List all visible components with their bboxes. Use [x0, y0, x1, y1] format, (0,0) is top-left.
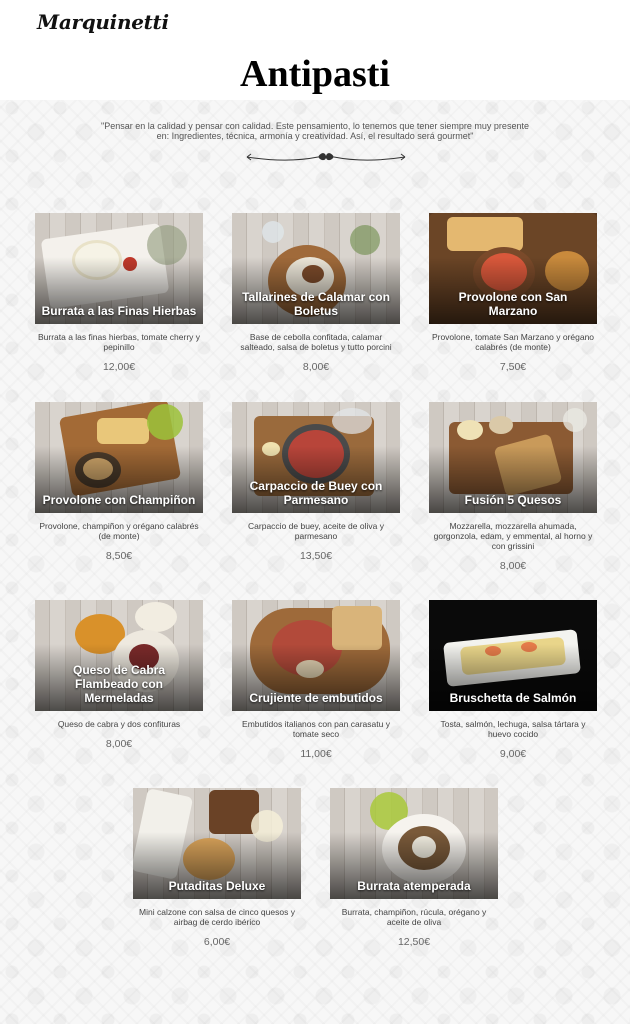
dish-description: Provolone, tomate San Marzano y orégano … — [431, 332, 595, 352]
page-quote: "Pensar en la calidad y pensar con calid… — [101, 121, 529, 141]
dish-name: Provolone con Champiñon — [42, 493, 196, 507]
dish-card[interactable]: Carpaccio de Buey con Parmesano Carpacci… — [232, 402, 400, 562]
dish-description: Embutidos italianos con pan carasatu y t… — [242, 719, 390, 739]
dish-photo[interactable]: Burrata a las Finas Hierbas — [35, 213, 203, 324]
dish-card[interactable]: Burrata atemperada Burrata, champiñon, r… — [330, 788, 498, 948]
dish-description: Mozzarella, mozzarella ahumada, gorgonzo… — [433, 521, 593, 551]
dish-description: Carpaccio de buey, aceite de oliva y par… — [248, 521, 384, 541]
dish-description: Tosta, salmón, lechuga, salsa tártara y … — [440, 719, 586, 739]
dish-card[interactable]: Queso de Cabra Flambeado con Mermeladas … — [35, 600, 203, 750]
dish-name: Provolone con San Marzano — [458, 290, 568, 318]
dish-name: Tallarines de Calamar con Boletus — [242, 290, 390, 318]
dish-description: Queso de cabra y dos confituras — [57, 719, 181, 729]
dish-name: Putaditas Deluxe — [168, 879, 266, 893]
dish-name: Crujiente de embutidos — [249, 691, 383, 705]
dish-price: 7,50€ — [499, 361, 527, 373]
dish-photo[interactable]: Provolone con Champiñon — [35, 402, 203, 513]
brand-logo[interactable]: Marquinetti — [37, 10, 169, 34]
dish-photo[interactable]: Fusión 5 Quesos — [429, 402, 597, 513]
dish-price: 8,00€ — [105, 738, 133, 750]
dish-description: Mini calzone con salsa de cinco quesos y… — [139, 907, 295, 927]
dish-card[interactable]: Fusión 5 Quesos Mozzarella, mozzarella a… — [429, 402, 597, 572]
dish-photo[interactable]: Putaditas Deluxe — [133, 788, 301, 899]
dish-price: 9,00€ — [499, 748, 527, 760]
dish-price: 8,00€ — [499, 560, 527, 572]
dish-price: 6,00€ — [203, 936, 231, 948]
dish-photo[interactable]: Queso de Cabra Flambeado con Mermeladas — [35, 600, 203, 711]
dish-name: Queso de Cabra Flambeado con Mermeladas — [72, 663, 166, 705]
dish-name: Burrata a las Finas Hierbas — [41, 304, 197, 318]
dish-price: 8,50€ — [105, 550, 133, 562]
dish-name: Carpaccio de Buey con Parmesano — [249, 479, 383, 507]
dish-description: Burrata a las finas hierbas, tomate cher… — [37, 332, 201, 352]
dish-card[interactable]: Provolone con San Marzano Provolone, tom… — [429, 213, 597, 373]
dish-card[interactable]: Crujiente de embutidos Embutidos italian… — [232, 600, 400, 760]
dish-description: Base de cebolla confitada, calamar salte… — [240, 332, 392, 352]
dish-price: 12,00€ — [102, 361, 136, 373]
dish-photo[interactable]: Carpaccio de Buey con Parmesano — [232, 402, 400, 513]
dish-card[interactable]: Putaditas Deluxe Mini calzone con salsa … — [133, 788, 301, 948]
dish-photo[interactable]: Provolone con San Marzano — [429, 213, 597, 324]
dish-photo[interactable]: Bruschetta de Salmón — [429, 600, 597, 711]
dish-price: 8,00€ — [302, 361, 330, 373]
dish-price: 11,00€ — [300, 748, 332, 760]
dish-photo[interactable]: Tallarines de Calamar con Boletus — [232, 213, 400, 324]
ornament-divider-icon — [246, 153, 406, 161]
top-bar: Marquinetti — [0, 0, 630, 44]
dish-price: 12,50€ — [397, 936, 431, 948]
dish-card[interactable]: Burrata a las Finas Hierbas Burrata a la… — [35, 213, 203, 373]
dish-description: Burrata, champiñon, rúcula, orégano y ac… — [341, 907, 487, 927]
dish-name: Fusión 5 Quesos — [464, 493, 562, 507]
dish-card[interactable]: Bruschetta de Salmón Tosta, salmón, lech… — [429, 600, 597, 760]
dish-card[interactable]: Provolone con Champiñon Provolone, champ… — [35, 402, 203, 562]
dish-card[interactable]: Tallarines de Calamar con Boletus Base d… — [232, 213, 400, 373]
dish-photo[interactable]: Crujiente de embutidos — [232, 600, 400, 711]
dish-photo[interactable]: Burrata atemperada — [330, 788, 498, 899]
dish-price: 13,50€ — [299, 550, 333, 562]
dish-name: Burrata atemperada — [357, 879, 471, 893]
dish-description: Provolone, champiñon y orégano calabrés … — [39, 521, 199, 541]
page-title: Antipasti — [240, 53, 390, 95]
dish-name: Bruschetta de Salmón — [449, 691, 577, 705]
